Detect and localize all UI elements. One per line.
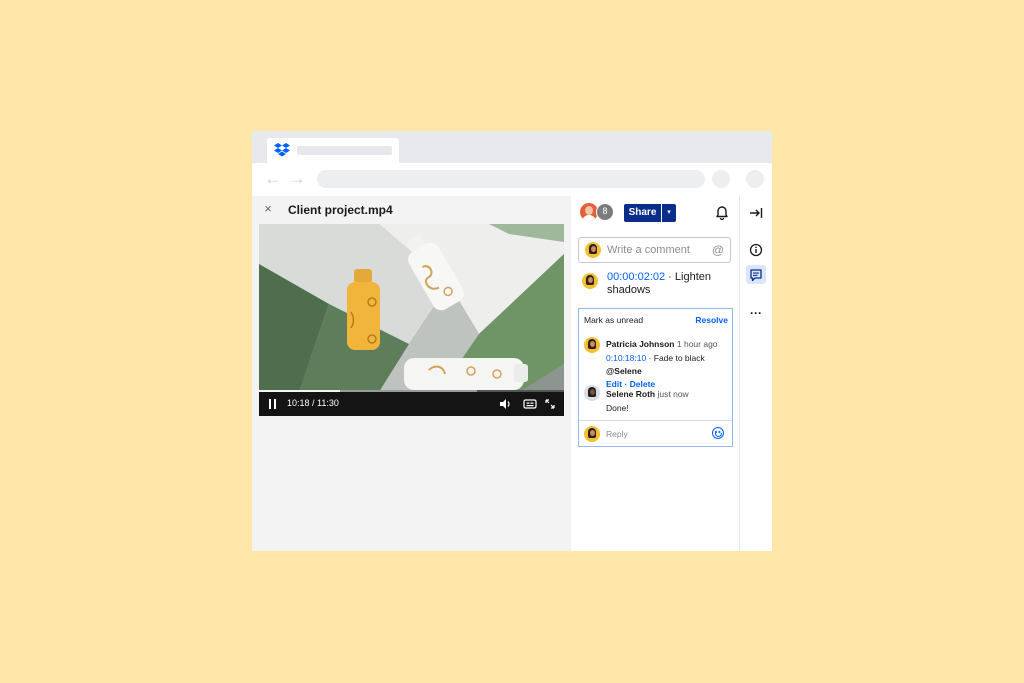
video-time: 10:18 / 11:30 [287, 398, 339, 408]
dropbox-logo-icon [274, 143, 290, 157]
file-title: Client project.mp4 [288, 203, 393, 217]
browser-tab[interactable] [267, 138, 399, 163]
comment-body-1: 0:10:18:10 · Fade to black [606, 353, 705, 363]
mention-icon[interactable]: @ [712, 243, 724, 257]
share-dropdown-caret[interactable]: ▾ [662, 204, 676, 222]
collaborator-count-badge[interactable]: 8 [596, 203, 614, 221]
patricia-avatar [584, 337, 600, 353]
emoji-icon[interactable] [712, 427, 724, 439]
info-icon[interactable] [748, 242, 764, 258]
comment-thread: Mark as unread Resolve Patricia Johnson … [578, 308, 733, 447]
tab-title-placeholder [297, 146, 392, 155]
user-avatar [585, 242, 601, 258]
reply-input[interactable]: Reply [579, 420, 732, 447]
resolve-button[interactable]: Resolve [695, 315, 728, 325]
user-avatar [584, 426, 600, 442]
separator: · [646, 353, 654, 363]
collapse-panel-icon[interactable] [748, 205, 764, 221]
comment-author: Patricia Johnson [606, 339, 675, 349]
browser-action-button[interactable] [712, 170, 730, 188]
comment-time: just now [657, 389, 689, 399]
comment-author: Selene Roth [606, 389, 656, 399]
forward-arrow-icon[interactable]: → [288, 169, 306, 189]
video-controls: 10:18 / 11:30 [259, 392, 564, 416]
edit-link[interactable]: Edit [606, 379, 622, 389]
share-button[interactable]: Share [624, 204, 661, 222]
comment-input[interactable]: Write a comment @ [578, 237, 731, 263]
back-arrow-icon[interactable]: ← [264, 169, 282, 189]
comment-actions: Edit · Delete [606, 379, 655, 389]
video-player[interactable]: 10:18 / 11:30 [259, 224, 564, 416]
comment-text: Fade to black [653, 353, 705, 363]
comment-icon[interactable] [748, 267, 764, 283]
pause-icon[interactable] [269, 399, 277, 409]
captions-icon[interactable] [523, 397, 537, 411]
pinned-comment-timestamp[interactable]: 00:00:02:02 [607, 271, 665, 283]
comment-placeholder: Write a comment [607, 244, 690, 256]
fullscreen-icon[interactable] [543, 397, 557, 411]
browser-nav-bar: ← → [252, 163, 772, 196]
mark-as-unread-link[interactable]: Mark as unread [584, 315, 643, 325]
comment-timestamp[interactable]: 0:10:18:10 [606, 353, 646, 363]
comments-pane: 8 Share ▾ Write a comment @ 00:00:02:02 … [571, 196, 739, 551]
close-icon[interactable]: × [262, 202, 274, 216]
browser-profile-button[interactable] [746, 170, 764, 188]
browser-window: ← → × Client project.mp4 10:18 / 11:30 8… [252, 131, 772, 551]
commenter-avatar [582, 273, 598, 289]
more-options-icon[interactable]: ··· [748, 305, 764, 321]
address-bar[interactable] [317, 170, 705, 188]
separator: · [665, 271, 675, 283]
comment-time: 1 hour ago [676, 339, 718, 349]
mention-tag[interactable]: @Selene [606, 366, 642, 376]
selene-avatar [584, 385, 600, 401]
bell-icon[interactable] [714, 204, 730, 220]
browser-tab-bar [252, 131, 772, 163]
comment-body-2: Done! [606, 403, 629, 413]
video-frame [259, 224, 564, 392]
separator: · [622, 379, 630, 389]
delete-link[interactable]: Delete [630, 379, 656, 389]
preview-pane: × Client project.mp4 10:18 / 11:30 [252, 196, 571, 551]
right-sidebar-rail: ··· [739, 196, 772, 551]
volume-icon[interactable] [498, 397, 512, 411]
pinned-comment-text: 00:00:02:02 · Lighten shadows [607, 271, 733, 297]
comment-header-2: Selene Roth just now [606, 389, 689, 399]
white-bottle-lying [404, 358, 528, 390]
comment-header-1: Patricia Johnson 1 hour ago [606, 339, 718, 349]
reply-placeholder: Reply [606, 429, 628, 439]
